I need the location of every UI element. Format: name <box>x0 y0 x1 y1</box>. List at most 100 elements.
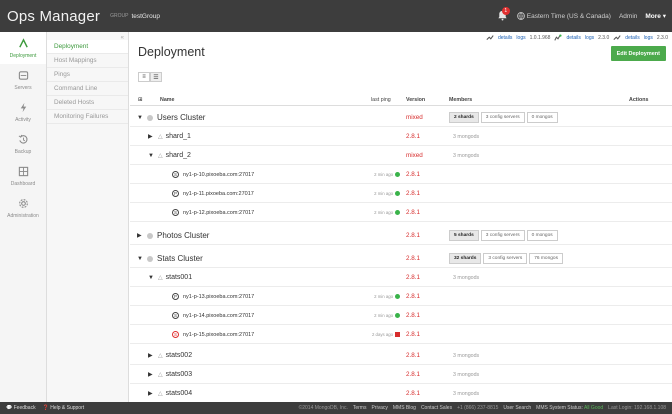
member-pill[interactable]: 2 shards <box>449 112 479 123</box>
user-search-link[interactable]: User Search <box>503 405 531 411</box>
caret-down-icon[interactable]: ▼ <box>137 115 143 121</box>
host-name[interactable]: Pny1-p-11.pixoeba.com:27017 <box>172 184 254 203</box>
host-name[interactable]: Sny1-p-12.pixoeba.com:27017 <box>172 203 254 222</box>
caret-right-icon[interactable]: ▶ <box>148 352 154 359</box>
row-name[interactable]: △ stats002 <box>158 346 192 365</box>
host-row[interactable]: Sny1-p-14.pixoeba.com:27017 2 min ago 2.8.… <box>130 306 672 325</box>
subnav-item-deleted-hosts[interactable]: Deleted Hosts <box>47 96 128 110</box>
table-row[interactable]: ▶ △ stats004 2.8.1 3 mongods <box>130 384 672 402</box>
agent-c-details-link[interactable]: details <box>625 35 639 41</box>
group-selector[interactable]: testGroup <box>131 13 160 20</box>
nav-item-servers[interactable]: Servers <box>0 64 46 96</box>
subnav-item-command-line[interactable]: Command Line <box>47 82 128 96</box>
collapse-nav-icon[interactable]: « <box>121 35 124 41</box>
row-caret[interactable]: ▼ <box>148 268 154 287</box>
table-row[interactable]: ▼ Stats Cluster 2.8.1 32 shards 3 config ser… <box>130 249 672 268</box>
nav-item-backup[interactable]: Backup <box>0 128 46 160</box>
nav-item-dashboard[interactable]: Dashboard <box>0 160 46 192</box>
member-pill[interactable]: 0 mongos <box>526 230 558 241</box>
row-caret[interactable]: ▶ <box>148 365 154 384</box>
members-cell: 3 mongods <box>453 127 479 146</box>
row-name[interactable]: △ stats001 <box>158 268 192 287</box>
member-pill[interactable]: 3 config servers <box>480 230 525 241</box>
agent-a-details-link[interactable]: details <box>498 35 512 41</box>
app-logo[interactable]: Ops Manager <box>0 8 100 25</box>
host-row[interactable]: Pny1-p-13.pixoeba.com:27017 2 min ago 2.8.… <box>130 287 672 306</box>
caret-down-icon[interactable]: ▼ <box>148 275 154 281</box>
row-caret[interactable]: ▶ <box>148 384 154 402</box>
host-row[interactable]: Sny1-p-15.pixoeba.com:27017 2 days ago 2.8… <box>130 325 672 344</box>
nav-item-activity[interactable]: Activity <box>0 96 46 128</box>
row-caret[interactable]: ▼ <box>137 108 143 127</box>
caret-right-icon[interactable]: ▶ <box>137 232 143 239</box>
member-pill[interactable]: 5 shards <box>449 230 479 241</box>
nav-item-deployment[interactable]: Deployment <box>0 32 46 64</box>
feedback-link[interactable]: 💬 Feedback <box>6 405 36 411</box>
member-pill[interactable]: 32 shards <box>449 253 482 264</box>
table-row[interactable]: ▶ △ stats002 2.8.1 3 mongods <box>130 346 672 365</box>
host-name[interactable]: Sny1-p-15.pixoeba.com:27017 <box>172 325 254 344</box>
row-caret[interactable]: ▶ <box>137 226 143 245</box>
row-name[interactable]: Stats Cluster <box>147 249 203 268</box>
subnav-item-host-mappings[interactable]: Host Mappings <box>47 54 128 68</box>
agent-b-logs-link[interactable]: logs <box>585 35 594 41</box>
row-name[interactable]: Photos Cluster <box>147 226 209 245</box>
row-name[interactable]: △ stats004 <box>158 384 192 402</box>
row-caret[interactable]: ▼ <box>148 146 154 165</box>
row-name[interactable]: △ shard_2 <box>158 146 191 165</box>
table-row[interactable]: ▼ △ stats001 2.8.1 3 mongods <box>130 268 672 287</box>
row-name[interactable]: △ shard_1 <box>158 127 191 146</box>
caret-down-icon[interactable]: ▼ <box>148 153 154 159</box>
host-name[interactable]: Sny1-p-10.pixoeba.com:27017 <box>172 165 254 184</box>
table-row[interactable]: ▼ △ shard_2 mixed 3 mongods <box>130 146 672 165</box>
row-caret[interactable]: ▶ <box>148 346 154 365</box>
subnav-item-deployment[interactable]: Deployment <box>47 40 128 54</box>
list-view-icon[interactable]: ≡ <box>138 72 150 82</box>
row-name[interactable]: △ stats003 <box>158 365 192 384</box>
caret-right-icon[interactable]: ▶ <box>148 390 154 397</box>
table-row[interactable]: ▶ Photos Cluster 2.8.1 5 shards 3 config ser… <box>130 226 672 245</box>
host-name[interactable]: Pny1-p-13.pixoeba.com:27017 <box>172 287 254 306</box>
caret-right-icon[interactable]: ▶ <box>148 133 154 140</box>
caret-down-icon[interactable]: ▼ <box>137 256 143 262</box>
member-pill[interactable]: 3 config servers <box>483 253 528 264</box>
agent-a-logs-link[interactable]: logs <box>516 35 525 41</box>
nav-item-administration[interactable]: Administration <box>0 192 46 224</box>
expand-all-icon[interactable]: ⊞ <box>138 97 142 103</box>
help-support-link[interactable]: ❓ Help & Support <box>43 405 85 411</box>
subnav-item-pings[interactable]: Pings <box>47 68 128 82</box>
row-name-label: stats001 <box>165 274 193 281</box>
host-row[interactable]: Sny1-p-12.pixoeba.com:27017 2 min ago 2.8.… <box>130 203 672 222</box>
host-row[interactable]: Pny1-p-11.pixoeba.com:27017 2 min ago 2.8.… <box>130 184 672 203</box>
admin-link[interactable]: Admin <box>619 13 637 20</box>
blog-link[interactable]: MMS Blog <box>393 405 416 411</box>
agent-c-logs-link[interactable]: logs <box>644 35 653 41</box>
header-version[interactable]: Version <box>406 97 425 103</box>
host-name[interactable]: Sny1-p-14.pixoeba.com:27017 <box>172 306 254 325</box>
member-pill[interactable]: 76 mongos <box>529 253 563 264</box>
edit-deployment-button[interactable]: Edit Deployment <box>610 46 666 61</box>
table-row[interactable]: ▶ △ shard_1 2.8.1 3 mongods <box>130 127 672 146</box>
privacy-link[interactable]: Privacy <box>371 405 387 411</box>
notification-bell-icon[interactable]: 1 <box>497 7 510 22</box>
table-row[interactable]: ▼ Users Cluster mixed 2 shards 3 config serv… <box>130 108 672 127</box>
host-row[interactable]: Sny1-p-10.pixoeba.com:27017 2 min ago 2.8.… <box>130 165 672 184</box>
row-name[interactable]: Users Cluster <box>147 108 205 127</box>
system-status[interactable]: MMS System Status: All Good <box>536 405 603 411</box>
contact-sales-link[interactable]: Contact Sales <box>421 405 452 411</box>
table-row[interactable]: ▶ △ stats003 2.8.1 3 mongods <box>130 365 672 384</box>
subnav-item-monitoring-failures[interactable]: Monitoring Failures <box>47 110 128 124</box>
header-name[interactable]: Name <box>160 97 174 103</box>
version-label: 2.8.1 <box>406 312 421 319</box>
tree-view-icon[interactable]: ☰ <box>150 72 162 82</box>
member-pill[interactable]: 0 mongos <box>526 112 558 123</box>
row-caret[interactable]: ▶ <box>148 127 154 146</box>
row-caret[interactable]: ▼ <box>137 249 143 268</box>
member-pill[interactable]: 3 config servers <box>480 112 525 123</box>
caret-right-icon[interactable]: ▶ <box>148 371 154 378</box>
agent-b-details-link[interactable]: details <box>566 35 580 41</box>
more-menu[interactable]: More ▾ <box>645 12 666 20</box>
header-last-ping[interactable]: last ping <box>371 97 391 103</box>
timezone-selector[interactable]: Eastern Time (US & Canada) <box>516 12 611 20</box>
terms-link[interactable]: Terms <box>353 405 367 411</box>
